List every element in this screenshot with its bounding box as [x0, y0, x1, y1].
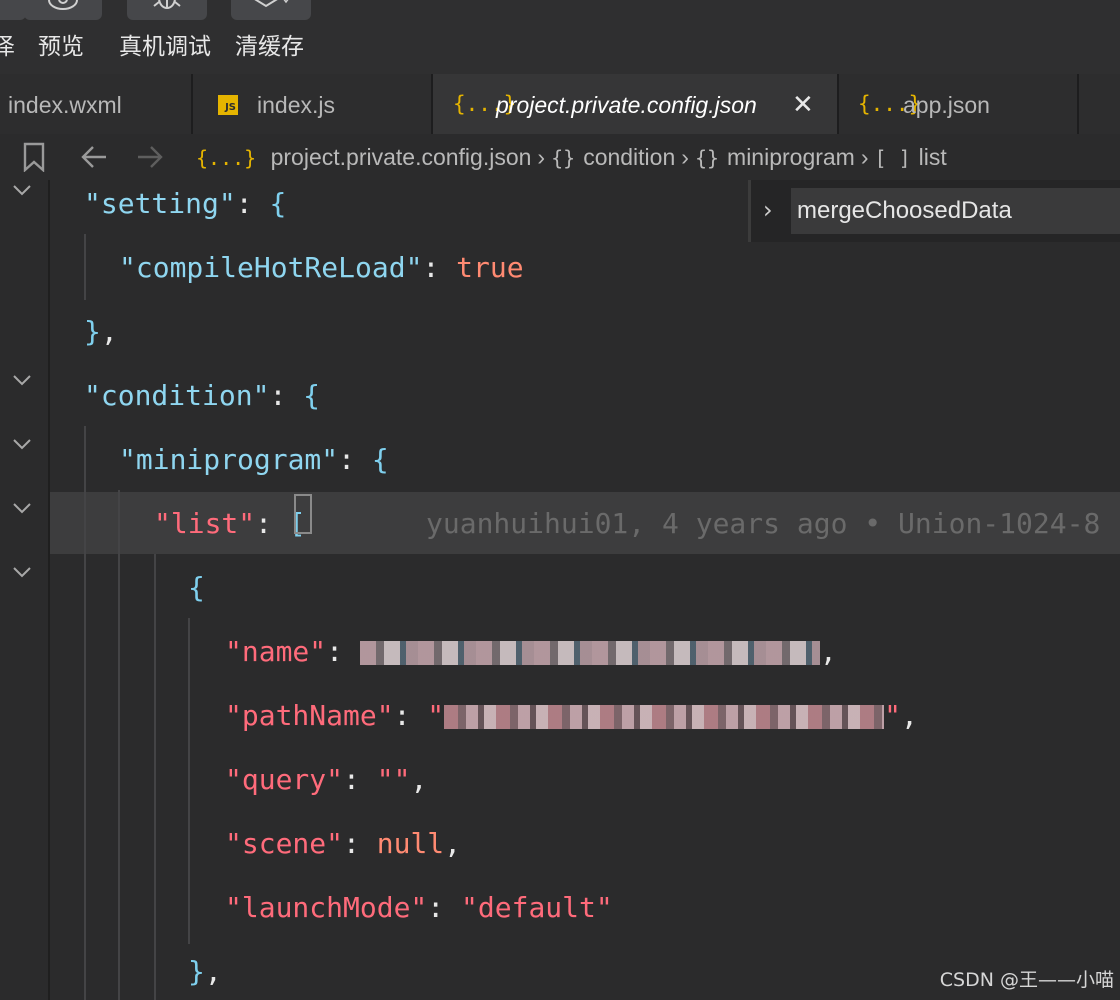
chevron-right-icon: ›: [537, 144, 546, 170]
json-braces-icon: {...}: [196, 146, 257, 170]
fold-chevron-icon[interactable]: [12, 372, 32, 388]
tab-label: index.js: [257, 92, 335, 118]
editor-tab-bar: index.wxml JS index.js {...} project.pri…: [0, 74, 1120, 134]
breadcrumb-item-condition[interactable]: condition: [583, 144, 675, 170]
code-line: "setting": {: [84, 187, 287, 220]
chevron-right-icon[interactable]: ›: [763, 194, 773, 226]
code-line: "list": [: [154, 507, 306, 540]
json-key: "launchMode": [225, 891, 428, 924]
tab-label: app.json: [903, 92, 990, 118]
tab-label: index.wxml: [8, 92, 122, 118]
breadcrumb-item-miniprogram[interactable]: miniprogram: [727, 144, 855, 170]
breadcrumb-item-file[interactable]: project.private.config.json: [271, 144, 532, 170]
array-icon: [ ]: [874, 146, 911, 170]
bug-icon: [153, 0, 181, 9]
code-line: {: [188, 571, 205, 604]
tab-index-js[interactable]: JS index.js: [193, 74, 433, 134]
code-line: "query": "",: [225, 763, 428, 796]
object-icon: {}: [694, 146, 720, 170]
indent-guide: [84, 426, 86, 1000]
code-editor[interactable]: "setting": { "compileHotReLoad": true },…: [0, 180, 1120, 1000]
code-line: "condition": {: [84, 379, 321, 412]
breadcrumb-item-list[interactable]: list: [919, 144, 947, 170]
tab-index-wxml[interactable]: index.wxml: [0, 74, 193, 134]
fold-chevron-icon[interactable]: [12, 182, 32, 198]
gutter-divider: [48, 180, 50, 1000]
json-key: "scene": [225, 827, 344, 860]
toolbar: 泽 预览 真机调试 清缓存: [0, 0, 1120, 74]
toolbar-label-0: 泽: [0, 34, 15, 60]
preview-button[interactable]: [24, 0, 102, 20]
json-value: "": [376, 763, 411, 796]
indent-guide: [118, 490, 120, 1000]
tab-empty: [1079, 74, 1120, 134]
code-line: },: [84, 315, 118, 348]
close-icon[interactable]: ✕: [792, 89, 814, 121]
object-icon: {}: [551, 146, 576, 170]
json-key: "list": [154, 507, 256, 540]
json-key: "query": [225, 763, 344, 796]
eye-icon: [48, 0, 78, 10]
redacted-value: [359, 641, 820, 665]
json-key: "pathName": [225, 699, 394, 732]
tab-label: project.private.config.json: [496, 92, 757, 118]
json-key: "setting": [84, 187, 236, 220]
layers-icon: [254, 0, 289, 8]
indent-guide: [188, 618, 190, 944]
chevron-right-icon: ›: [681, 144, 689, 170]
code-line: "pathName": " ",: [225, 699, 918, 732]
real-device-debug-label[interactable]: 真机调试: [119, 32, 211, 62]
json-key: "compileHotReLoad": [119, 251, 423, 284]
back-arrow-icon[interactable]: [80, 144, 108, 170]
breadcrumb: {...} project.private.config.json ›{} cond…: [0, 134, 1120, 180]
indent-guide: [154, 554, 156, 1000]
bracket-match-highlight: [294, 494, 312, 534]
bookmark-icon[interactable]: [22, 142, 46, 172]
code-line: "compileHotReLoad": true: [119, 251, 524, 284]
json-key: "miniprogram": [119, 443, 339, 476]
js-icon: JS: [218, 95, 238, 115]
tab-app-json[interactable]: {...} app.json: [839, 74, 1079, 134]
code-line: "name": ,: [225, 635, 837, 668]
code-line: "launchMode": "default": [225, 891, 613, 924]
git-blame-annotation: yuanhuihui01, 4 years ago • Union-1024-8: [426, 507, 1101, 540]
watermark: CSDN @王——小喵: [939, 969, 1114, 991]
outline-widget[interactable]: › mergeChoosedData: [748, 180, 1120, 242]
forward-arrow-icon[interactable]: [136, 144, 164, 170]
json-value: "default": [461, 891, 613, 924]
indent-guide: [84, 234, 86, 300]
preview-label[interactable]: 预览: [38, 32, 84, 62]
code-line: },: [188, 955, 222, 988]
fold-chevron-icon[interactable]: [12, 564, 32, 580]
code-line: "scene": null,: [225, 827, 462, 860]
outline-symbol-label: mergeChoosedData: [797, 197, 1012, 224]
json-value: null: [376, 827, 445, 860]
json-value: true: [456, 251, 524, 284]
chevron-right-icon: ›: [860, 144, 869, 170]
breadcrumb-path: {...} project.private.config.json ›{} cond…: [196, 141, 947, 173]
redacted-value: [444, 705, 885, 729]
clear-cache-label[interactable]: 清缓存: [235, 32, 304, 62]
fold-chevron-icon[interactable]: [12, 500, 32, 516]
fold-chevron-icon[interactable]: [12, 436, 32, 452]
real-device-debug-button[interactable]: [127, 0, 207, 20]
tab-project-private-config-json[interactable]: {...} project.private.config.json ✕: [433, 74, 839, 134]
json-key: "name": [225, 635, 327, 668]
json-key: "condition": [84, 379, 270, 412]
code-line: "miniprogram": {: [119, 443, 389, 476]
clear-cache-button[interactable]: [231, 0, 311, 20]
outline-symbol-field[interactable]: mergeChoosedData: [791, 188, 1120, 234]
toolbar-button-0[interactable]: [0, 0, 26, 20]
